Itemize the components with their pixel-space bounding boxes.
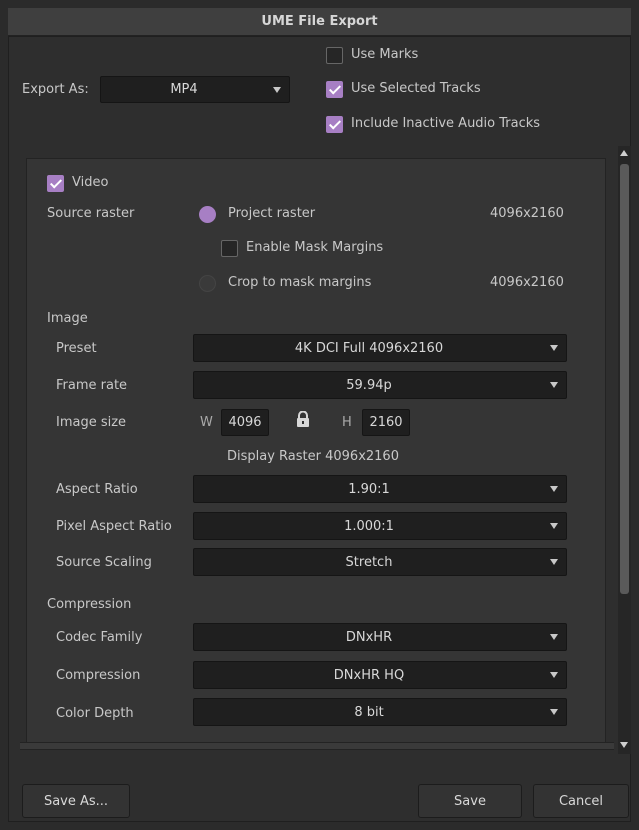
compression-section-label: Compression [47, 597, 132, 612]
codec-family-dropdown[interactable]: DNxHR [193, 623, 567, 651]
codec-family-value: DNxHR [345, 629, 393, 645]
window-title: UME File Export [261, 14, 378, 29]
crop-to-mask-label: Crop to mask margins [228, 275, 372, 290]
color-depth-value: 8 bit [354, 704, 384, 720]
chevron-down-icon [273, 86, 281, 93]
use-selected-tracks-checkbox[interactable] [326, 81, 343, 98]
color-depth-dropdown[interactable]: 8 bit [193, 698, 567, 726]
preset-dropdown[interactable]: 4K DCI Full 4096x2160 [193, 334, 567, 362]
color-depth-label: Color Depth [56, 706, 134, 721]
height-input[interactable]: 2160 [362, 409, 410, 436]
export-as-label: Export As: [22, 82, 89, 97]
save-button[interactable]: Save [418, 784, 522, 818]
source-scaling-value: Stretch [345, 554, 393, 570]
video-checkbox[interactable] [47, 175, 64, 192]
image-section-label: Image [47, 311, 88, 326]
aspect-ratio-dropdown[interactable]: 1.90:1 [193, 475, 567, 503]
enable-mask-margins-label: Enable Mask Margins [246, 240, 384, 255]
display-raster-text: Display Raster 4096x2160 [227, 449, 399, 464]
width-input[interactable]: 4096 [221, 409, 269, 436]
project-raster-label: Project raster [228, 206, 316, 221]
image-size-label: Image size [56, 415, 127, 430]
title-bar: UME File Export [8, 8, 631, 36]
use-selected-tracks-label: Use Selected Tracks [351, 81, 481, 96]
enable-mask-margins-checkbox[interactable] [221, 240, 238, 257]
use-marks-checkbox[interactable] [326, 47, 343, 64]
crop-to-mask-value: 4096x2160 [490, 275, 564, 290]
source-scaling-label: Source Scaling [56, 555, 152, 570]
chevron-down-icon [550, 559, 558, 565]
scroll-up-icon[interactable] [620, 150, 628, 156]
save-as-button[interactable]: Save As... [22, 784, 130, 818]
width-label: W [200, 415, 213, 430]
pixel-aspect-ratio-label: Pixel Aspect Ratio [56, 519, 172, 534]
frame-rate-label: Frame rate [56, 378, 128, 393]
scroll-down-icon[interactable] [620, 742, 628, 748]
preset-value: 4K DCI Full 4096x2160 [294, 340, 444, 356]
source-scaling-dropdown[interactable]: Stretch [193, 548, 567, 576]
scroll-thumb[interactable] [620, 164, 629, 594]
compression-label: Compression [56, 668, 141, 683]
use-marks-label: Use Marks [351, 47, 419, 62]
compression-dropdown[interactable]: DNxHR HQ [193, 661, 567, 689]
pixel-aspect-ratio-dropdown[interactable]: 1.000:1 [193, 512, 567, 540]
lock-icon[interactable] [296, 410, 310, 431]
include-inactive-audio-label: Include Inactive Audio Tracks [351, 116, 541, 131]
frame-rate-value: 59.94p [346, 377, 392, 393]
panel-divider [20, 742, 614, 750]
chevron-down-icon [550, 486, 558, 492]
include-inactive-audio-checkbox[interactable] [326, 116, 343, 133]
chevron-down-icon [550, 709, 558, 715]
vertical-scrollbar[interactable] [618, 146, 631, 754]
project-raster-radio[interactable] [199, 206, 216, 223]
chevron-down-icon [550, 382, 558, 388]
chevron-down-icon [550, 523, 558, 529]
preset-label: Preset [56, 341, 97, 356]
chevron-down-icon [550, 345, 558, 351]
export-format-dropdown[interactable]: MP4 [100, 76, 290, 103]
chevron-down-icon [550, 634, 558, 640]
height-label: H [342, 415, 352, 430]
project-raster-value: 4096x2160 [490, 206, 564, 221]
video-label: Video [72, 175, 109, 190]
crop-to-mask-radio[interactable] [199, 275, 216, 292]
aspect-ratio-label: Aspect Ratio [56, 482, 138, 497]
codec-family-label: Codec Family [56, 630, 143, 645]
cancel-button[interactable]: Cancel [533, 784, 629, 818]
source-raster-label: Source raster [47, 206, 135, 221]
compression-value: DNxHR HQ [333, 667, 405, 683]
export-format-value: MP4 [170, 82, 198, 97]
chevron-down-icon [550, 672, 558, 678]
pixel-aspect-ratio-value: 1.000:1 [344, 518, 394, 534]
aspect-ratio-value: 1.90:1 [348, 481, 390, 497]
frame-rate-dropdown[interactable]: 59.94p [193, 371, 567, 399]
